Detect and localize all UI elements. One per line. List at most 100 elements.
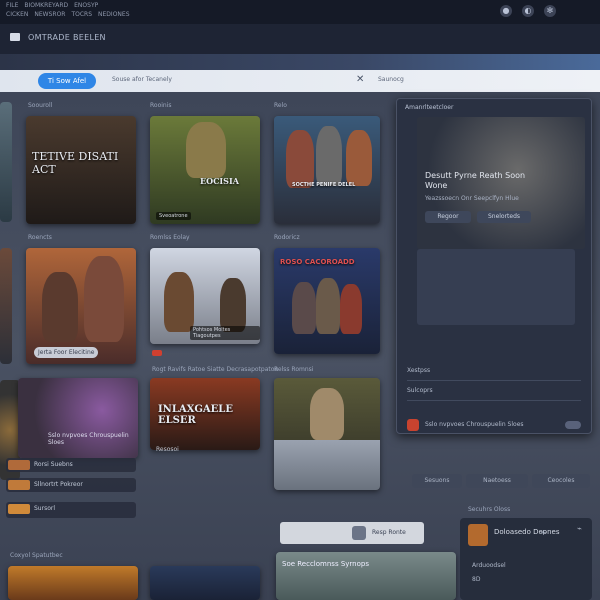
panel-header: Amanrlteetcloer — [405, 104, 454, 111]
game-card[interactable] — [8, 566, 138, 600]
edge-card[interactable] — [0, 102, 12, 222]
filter-bar: Ti Sow Afel Souse afor Tecanely ✕ Saunoc… — [0, 70, 600, 92]
game-card[interactable]: Soe Recclomnss Syrnops — [276, 552, 456, 600]
section-label: Relo — [274, 102, 287, 109]
card-caption: Sveoatrone — [156, 212, 191, 220]
list-item[interactable]: Sllnortrt Pokreor — [6, 478, 136, 492]
character-art — [286, 130, 314, 188]
menu-item[interactable]: FILE — [6, 2, 18, 9]
list-item[interactable]: Sursorl — [6, 502, 136, 518]
game-card[interactable]: EOCISIA Sveoatrone — [150, 116, 260, 224]
red-app-icon[interactable] — [407, 419, 419, 431]
toggle-switch[interactable] — [565, 421, 581, 429]
list-item-label: Rorsi Suebns — [34, 461, 73, 468]
character-art — [316, 278, 340, 334]
menu-item[interactable]: NEWSROR — [34, 11, 65, 18]
bell-icon[interactable]: ● — [500, 5, 512, 17]
pin-icon[interactable]: ⌁ — [577, 524, 582, 533]
shelf-label: Soe Recclomnss Syrnops — [282, 560, 369, 568]
filter-text[interactable]: Souse afor Tecanely — [112, 76, 172, 83]
character-art — [186, 122, 226, 178]
window-top-bar: FILE BIOMKREYARD ENOSYP CICKEN NEWSROR T… — [0, 0, 600, 24]
panel-subtitle: Yeazssoecn Onr Seepclfyn Hlue — [425, 195, 519, 202]
character-art — [346, 130, 372, 186]
game-card[interactable]: ROSO CACOROADD — [274, 248, 380, 354]
sort-icon[interactable]: ✕ — [356, 74, 368, 86]
chip-text: Resp Ronte — [372, 529, 406, 536]
settings-icon[interactable]: ✻ — [544, 5, 556, 17]
tab-item[interactable]: Naetoess — [466, 474, 528, 488]
card-title: INLAXGAELE ELSER — [158, 404, 233, 426]
panel-title: Desutt Pyrne Reath Soon Wone — [425, 171, 526, 190]
character-art — [316, 126, 342, 186]
character-art — [310, 388, 344, 440]
app-header: OMTRADE BEELEN — [0, 24, 600, 54]
character-art — [340, 284, 362, 334]
panel-button[interactable]: Regoor — [425, 211, 471, 223]
panel-row[interactable]: Xestpss — [407, 367, 581, 381]
menu-item[interactable]: ENOSYP — [74, 2, 98, 9]
card-title: EOCISIA — [200, 176, 239, 186]
list-thumb — [8, 460, 30, 470]
game-card[interactable]: INLAXGAELE ELSER — [150, 378, 260, 450]
add-friend-icon[interactable]: + — [540, 528, 547, 537]
character-art — [292, 282, 316, 334]
promo-text: Sslo nvpvoes Chrouspuelin Sloes — [425, 421, 524, 428]
chip-bar[interactable]: Resp Ronte — [280, 522, 424, 544]
menu-row-1: FILE BIOMKREYARD ENOSYP — [6, 2, 98, 9]
character-art — [84, 256, 124, 342]
friends-panel: Doloasedo Deones + ⌁ Arduoodsel 8D — [460, 518, 592, 600]
list-thumb — [8, 480, 30, 490]
app-icon — [352, 526, 366, 540]
top-icons: ● ◐ ✻ — [500, 5, 556, 17]
promo-text: Sslo nvpvoes Chrouspuelin Sloes — [48, 432, 129, 446]
section-label: Secuhrs Oloss — [468, 506, 511, 513]
section-label: Relss Romnsi — [274, 366, 314, 373]
menu-item[interactable]: NEDIONES — [98, 11, 129, 18]
list-thumb — [8, 504, 30, 514]
red-tag-icon[interactable] — [152, 350, 162, 356]
screenshot-strip — [274, 440, 380, 490]
game-card[interactable]: TETIVE DISATI ACT — [26, 116, 136, 224]
character-art — [220, 278, 246, 332]
card-caption: Pohtsos Moltes Tiagoutpes — [190, 326, 260, 340]
section-label: Rodoricz — [274, 234, 300, 241]
section-label: Rooinis — [150, 102, 172, 109]
card-title: SOCTHE PENIFE DELEL — [292, 182, 356, 188]
game-card[interactable] — [274, 378, 380, 490]
card-title: TETIVE DISATI ACT — [32, 150, 119, 176]
tab-item[interactable]: Sesuons — [412, 474, 462, 488]
panel-row[interactable]: Sulcoprs — [407, 387, 581, 401]
list-item[interactable]: Rorsi Suebns — [6, 458, 136, 472]
tab-item[interactable]: Ceocoles — [532, 474, 590, 488]
header-band — [0, 54, 600, 70]
detail-panel: Amanrlteetcloer Desutt Pyrne Reath Soon … — [396, 98, 592, 434]
sort-label[interactable]: Saunocg — [378, 76, 404, 83]
panel-details-box — [417, 249, 575, 325]
menu-item[interactable]: TOCRS — [71, 11, 92, 18]
show-all-button[interactable]: Ti Sow Afel — [38, 73, 96, 89]
panel-button[interactable]: Snelorteds — [477, 211, 531, 223]
game-card[interactable]: SOCTHE PENIFE DELEL — [274, 116, 380, 224]
friend-count: 8D — [472, 576, 481, 583]
game-card[interactable]: Jerta Foor Elecitine — [26, 248, 136, 364]
promo-card[interactable]: Sslo nvpvoes Chrouspuelin Sloes — [18, 378, 138, 458]
app-logo-icon[interactable] — [10, 33, 20, 41]
section-label: Rogt Ravifs Ratoe Siatte Decrasapotpatoe — [152, 366, 279, 373]
card-caption: Resosoi — [156, 446, 179, 453]
game-card[interactable] — [150, 566, 260, 600]
game-card[interactable]: Pohtsos Moltes Tiagoutpes — [150, 248, 260, 344]
card-caption: Jerta Foor Elecitine — [34, 347, 99, 358]
friend-name[interactable]: Doloasedo Deones — [494, 528, 559, 537]
menu-item[interactable]: CICKEN — [6, 11, 28, 18]
edge-card[interactable] — [0, 248, 12, 364]
avatar[interactable] — [468, 524, 488, 546]
character-art — [164, 272, 194, 332]
section-label: Coxyol Spatutbec — [10, 552, 63, 559]
section-label: Romlss Eolay — [150, 234, 190, 241]
menu-item[interactable]: BIOMKREYARD — [24, 2, 68, 9]
list-item-label: Sllnortrt Pokreor — [34, 481, 83, 488]
user-icon[interactable]: ◐ — [522, 5, 534, 17]
section-label: Roencts — [28, 234, 52, 241]
app-title: OMTRADE BEELEN — [28, 33, 106, 42]
